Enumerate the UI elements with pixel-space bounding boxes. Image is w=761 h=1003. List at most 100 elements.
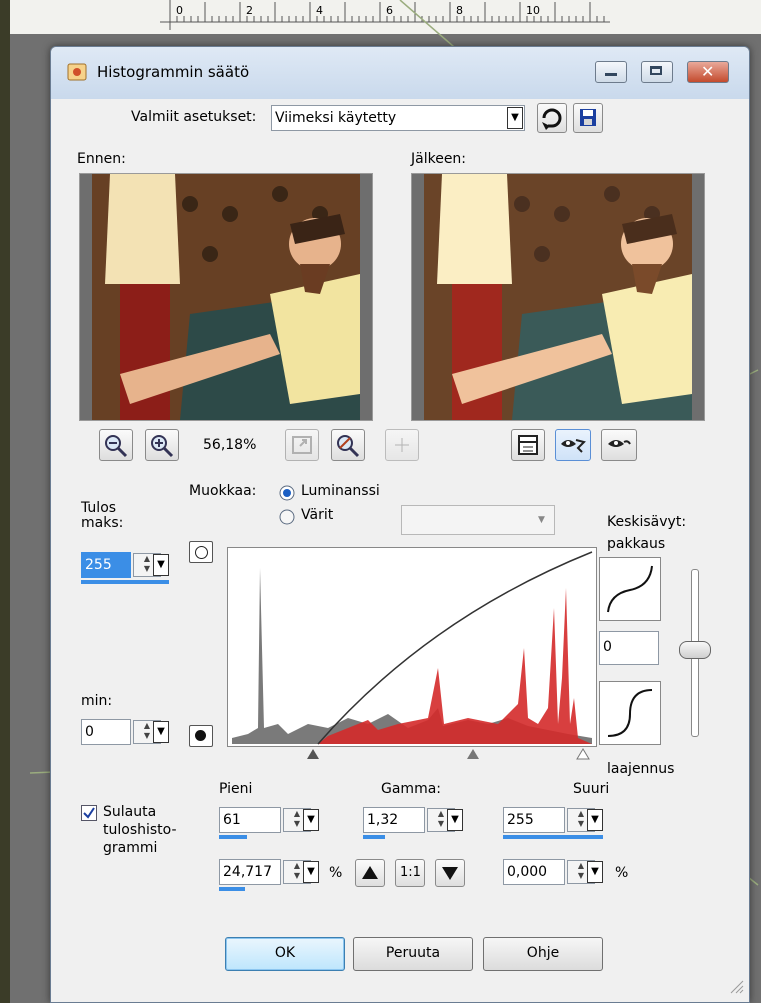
edit-label: Muokkaa: [189,483,257,499]
save-preset-button[interactable] [573,103,603,133]
zoom-out-icon [105,435,128,458]
load-preset-button[interactable] [537,103,567,133]
midtones-input[interactable]: 0 [599,631,659,665]
before-preview-image [92,174,360,420]
colors-radio[interactable] [279,509,295,529]
resize-grip-icon[interactable] [727,977,745,995]
after-preview[interactable] [411,173,705,421]
low-input[interactable]: 61 [219,807,281,833]
zoom-in-button[interactable] [145,429,179,461]
high-value: 255 [507,812,534,828]
zoom-fit-button[interactable] [285,429,319,461]
eye-proof-icon [561,439,586,453]
after-label: Jälkeen: [411,151,467,167]
output-max-dropdown[interactable]: ▼ [153,554,169,576]
compress-curve-preview [599,557,661,621]
dialog-title: Histogrammin säätö [97,63,250,81]
ok-button[interactable]: OK [225,937,345,971]
low-percent-bar [219,887,245,891]
output-min-label: min: [81,693,113,709]
app-icon [67,63,87,81]
high-percent-value: 0,000 [507,864,548,880]
low-percent-input[interactable]: 24,717 [219,859,281,885]
close-icon: ✕ [701,62,715,81]
gamma-reset-button[interactable]: 1:1 [395,859,425,887]
low-value: 61 [223,812,241,828]
histogram-graph[interactable] [227,547,597,747]
histogram-plot [232,551,593,745]
output-max-input[interactable]: 255 [81,552,131,578]
maximize-button[interactable] [641,61,673,83]
high-percent-input[interactable]: 0,000 [503,859,565,885]
midtones-label: Keskisävyt: pakkaus [607,514,687,552]
output-max-bar [81,580,169,584]
high-percent-dropdown[interactable]: ▼ [587,861,603,883]
ratio-label: 1:1 [400,865,421,880]
output-max-handle[interactable] [189,541,213,563]
low-percent-dropdown[interactable]: ▼ [303,861,319,883]
minimize-icon [605,73,617,76]
output-min-dropdown[interactable]: ▼ [153,721,169,743]
gamma-bar [363,835,385,839]
minimize-button[interactable] [595,61,627,83]
gamma-value: 1,32 [367,812,399,828]
colors-label[interactable]: Värit [301,507,333,523]
layout-icon [518,435,538,455]
radio-checked-icon [279,485,295,501]
help-button[interactable]: Ohje [483,937,603,971]
low-label: Pieni [219,781,253,797]
blend-label: Sulauta tuloshisto- grammi [103,804,177,856]
title-bar[interactable]: Histogrammin säätö ✕ [51,47,749,99]
checkmark-icon [83,807,95,819]
eye-icon [608,440,631,447]
white-point-icon [195,546,208,559]
presets-dropdown-arrow[interactable]: ▼ [507,107,523,129]
output-min-input[interactable]: 0 [81,719,131,745]
histogram-dialog: Histogrammin säätö ✕ Valmiit asetukset: … [50,46,750,1003]
zoom-value: 56,18% [203,437,257,453]
load-preset-icon [542,108,562,130]
black-point-icon [195,730,206,741]
triangle-down-icon [442,867,458,880]
maximize-icon [650,66,662,75]
expand-curve-preview [599,681,661,745]
gamma-dropdown[interactable]: ▼ [447,809,463,831]
zoom-out-button[interactable] [99,429,133,461]
zoom-actual-button[interactable] [331,429,365,461]
luminance-radio[interactable] [279,485,295,505]
zoom-actual-icon [337,435,360,458]
before-preview[interactable] [79,173,373,421]
before-label: Ennen: [77,151,126,167]
gamma-input[interactable]: 1,32 [363,807,425,833]
after-preview-image [424,174,692,420]
proof-button[interactable] [601,429,637,461]
low-dropdown[interactable]: ▼ [303,809,319,831]
high-dropdown[interactable]: ▼ [587,809,603,831]
luminance-label[interactable]: Luminanssi [301,483,380,499]
radio-unchecked-icon [279,509,295,525]
low-slider-handle[interactable] [307,749,319,759]
high-input[interactable]: 255 [503,807,565,833]
presets-label: Valmiit asetukset: [131,109,257,125]
cancel-button[interactable]: Peruuta [353,937,473,971]
close-button[interactable]: ✕ [687,61,729,83]
presets-select[interactable]: Viimeksi käytetty [271,105,525,131]
output-min-handle[interactable] [189,725,213,747]
high-slider-handle[interactable] [576,748,590,760]
output-max-label: Tulos maks: [81,500,124,531]
gamma-down-button[interactable] [435,859,465,887]
triangle-up-icon [362,866,378,879]
presets-value: Viimeksi käytetty [275,110,397,126]
gamma-slider-handle[interactable] [467,749,479,759]
auto-proof-button[interactable] [555,429,591,461]
channel-select[interactable]: ▼ [401,505,555,535]
low-bar [219,835,247,839]
pan-button[interactable] [385,429,419,461]
input-slider-track[interactable] [227,747,607,763]
blend-checkbox[interactable] [81,805,97,821]
preview-layout-button[interactable] [511,429,545,461]
chevron-down-icon: ▼ [538,515,545,525]
gamma-up-button[interactable] [355,859,385,887]
midtones-slider-handle[interactable] [679,641,711,659]
fit-window-icon [292,436,312,454]
